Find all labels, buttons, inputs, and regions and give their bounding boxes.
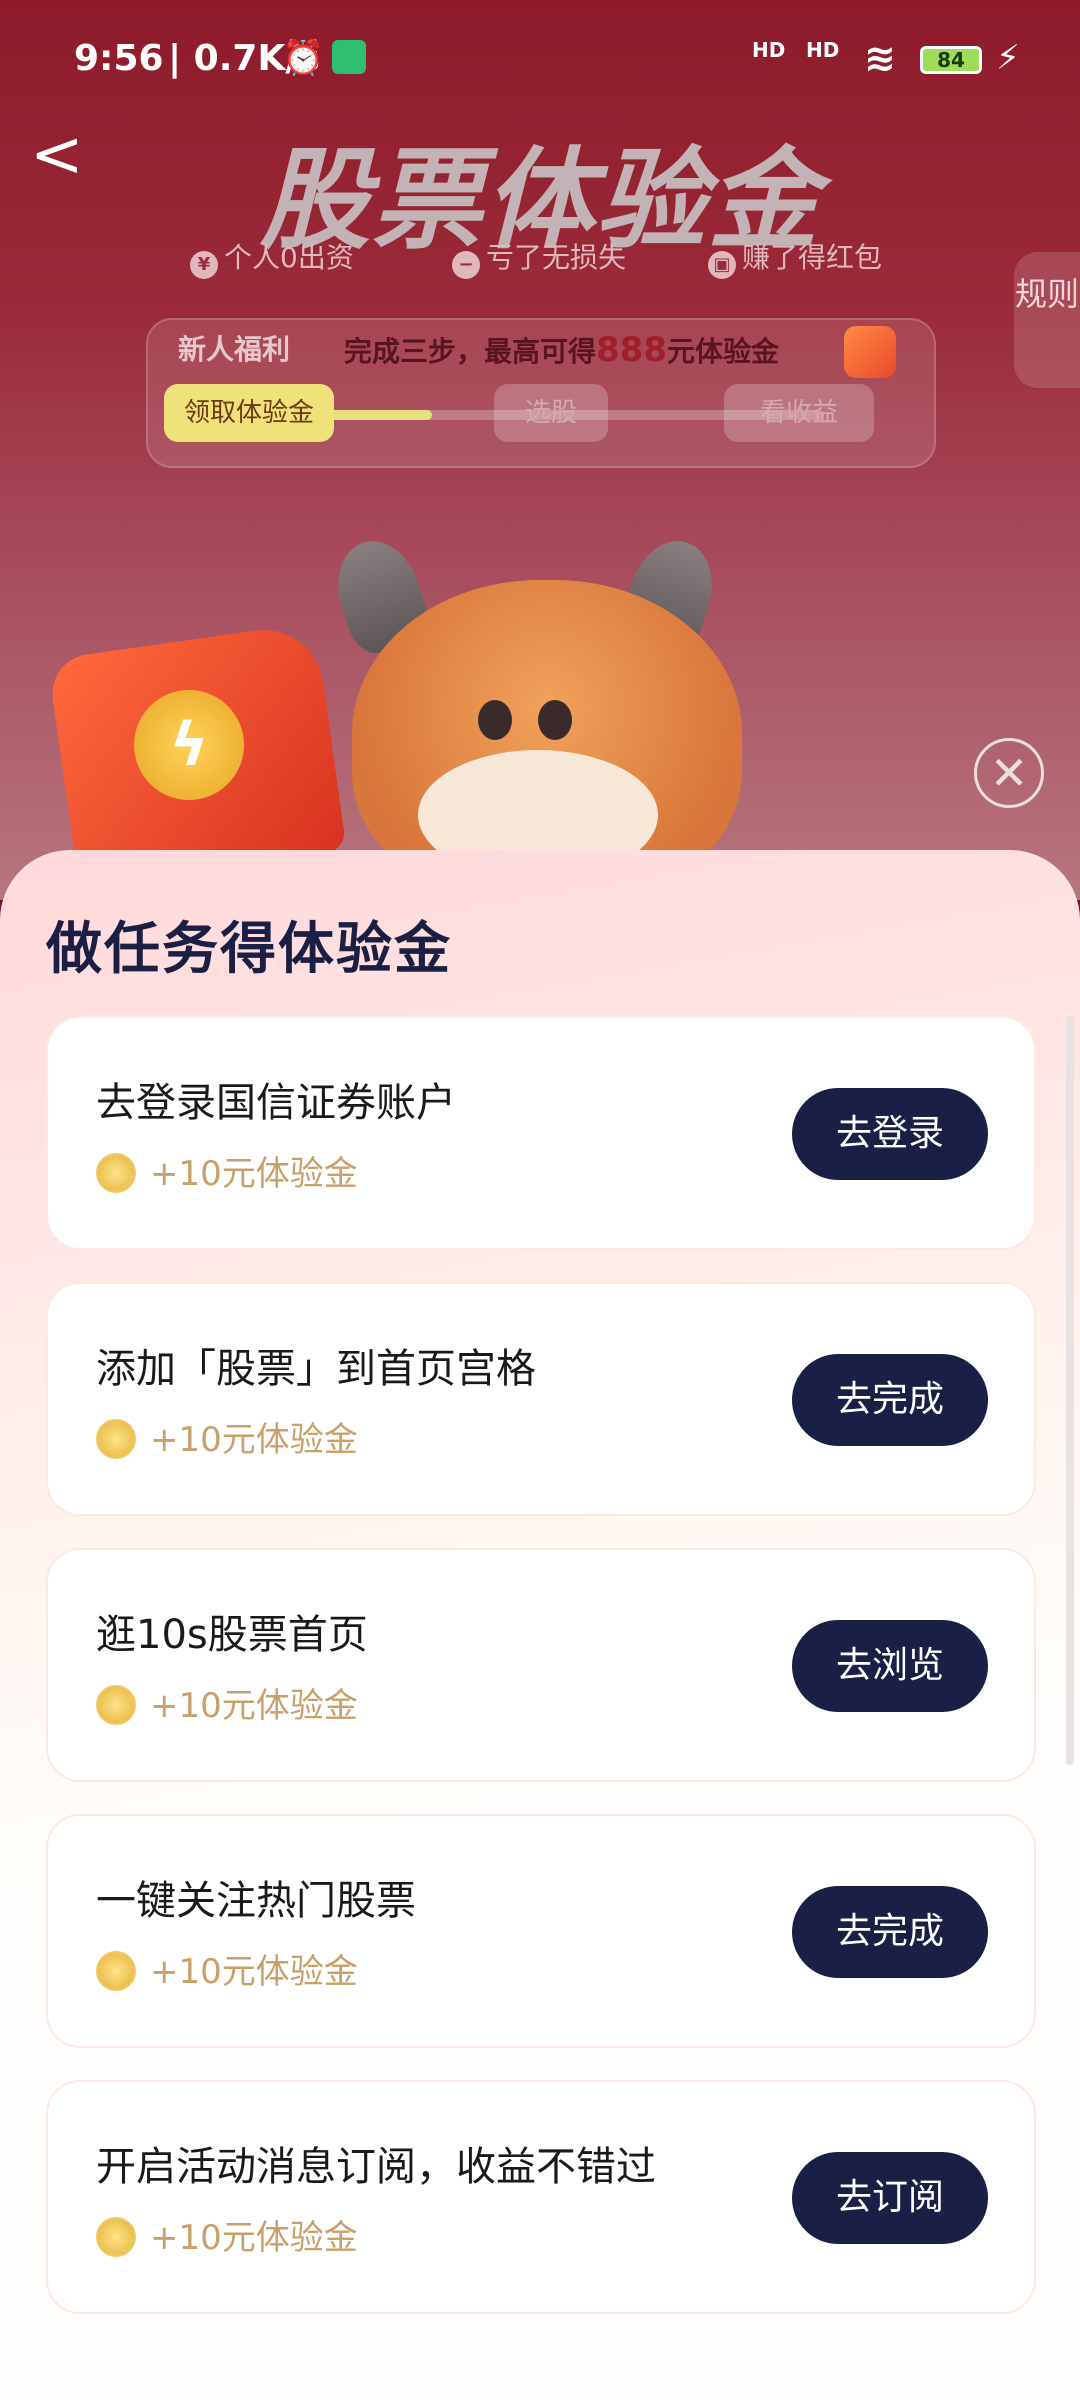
task-reward: +10元体验金 [96, 1944, 358, 1993]
rules-button[interactable]: 规则 [1014, 252, 1080, 388]
task-card: 添加「股票」到首页宫格 +10元体验金 去完成 [46, 1282, 1036, 1516]
task-reward: +10元体验金 [96, 2210, 358, 2259]
perk-item: ▣ 赚了得红包 [708, 236, 882, 279]
battery-icon: 84 [920, 46, 982, 74]
mascot-illustration: ϟ [0, 520, 1080, 900]
step-view-earnings[interactable]: 看收益 [724, 384, 874, 442]
task-reward: +10元体验金 [96, 1412, 358, 1461]
task-complete-button[interactable]: 去完成 [792, 1354, 988, 1446]
task-name: 去登录国信证券账户 [96, 1080, 456, 1126]
task-card: 一键关注热门股票 +10元体验金 去完成 [46, 1814, 1036, 2048]
step-pick-stock[interactable]: 选股 [494, 384, 608, 442]
task-browse-button[interactable]: 去浏览 [792, 1620, 988, 1712]
task-sheet: 做任务得体验金 去登录国信证券账户 +10元体验金 去登录 添加「股票」到首页宫… [0, 850, 1080, 2400]
charging-icon: ⚡ [996, 38, 1020, 78]
welfare-headline: 完成三步，最高可得888元体验金 [344, 330, 780, 370]
welfare-tag: 新人福利 [178, 333, 291, 366]
red-packet-icon: ▣ [708, 251, 736, 279]
shield-icon [332, 40, 366, 74]
gift-icon [844, 326, 896, 378]
minus-icon: − [452, 251, 480, 279]
task-reward: +10元体验金 [96, 1678, 358, 1727]
task-name: 逛10s股票首页 [96, 1612, 368, 1658]
task-complete-button[interactable]: 去完成 [792, 1886, 988, 1978]
status-time: 9:56 [74, 38, 164, 79]
task-card: 逛10s股票首页 +10元体验金 去浏览 [46, 1548, 1036, 1782]
task-name: 一键关注热门股票 [96, 1878, 416, 1924]
task-reward: +10元体验金 [96, 1146, 358, 1195]
coin-icon [96, 2217, 136, 2257]
wifi-icon: ≋ [864, 36, 896, 80]
task-card: 去登录国信证券账户 +10元体验金 去登录 [46, 1016, 1036, 1250]
coin-icon [96, 1951, 136, 1991]
coin-icon [96, 1419, 136, 1459]
steps-progress: 领取体验金 选股 看收益 [164, 382, 920, 446]
task-subscribe-button[interactable]: 去订阅 [792, 2152, 988, 2244]
signal-hd-icon: HD [752, 38, 786, 62]
perk-item: − 亏了无损失 [452, 236, 626, 279]
task-login-button[interactable]: 去登录 [792, 1088, 988, 1180]
coin-icon [96, 1685, 136, 1725]
cow-eye [478, 700, 512, 740]
newbie-welfare-card: 新人福利 完成三步，最高可得888元体验金 领取体验金 选股 看收益 [146, 318, 936, 468]
sheet-title: 做任务得体验金 [46, 917, 452, 982]
coin-icon [96, 1153, 136, 1193]
signal-hd-icon: HD [806, 38, 840, 62]
step-claim[interactable]: 领取体验金 [164, 384, 334, 442]
scrollbar[interactable] [1066, 1015, 1074, 1765]
task-name: 添加「股票」到首页宫格 [96, 1346, 536, 1392]
task-card: 开启活动消息订阅，收益不错过 +10元体验金 去订阅 [46, 2080, 1036, 2314]
perks-row: ¥ 个人0出资 − 亏了无损失 ▣ 赚了得红包 [190, 236, 910, 280]
lightning-coin-icon: ϟ [134, 690, 244, 800]
status-bar: 9:56 | 0.7K/s ⏰ HD HD ≋ 84 ⚡ [0, 0, 1080, 110]
close-button[interactable]: ✕ [974, 738, 1044, 808]
perk-item: ¥ 个人0出资 [190, 236, 354, 279]
task-name: 开启活动消息订阅，收益不错过 [96, 2144, 656, 2190]
cow-eye [538, 700, 572, 740]
yen-icon: ¥ [190, 251, 218, 279]
back-button[interactable]: < [30, 120, 90, 190]
alarm-icon: ⏰ [282, 38, 325, 78]
